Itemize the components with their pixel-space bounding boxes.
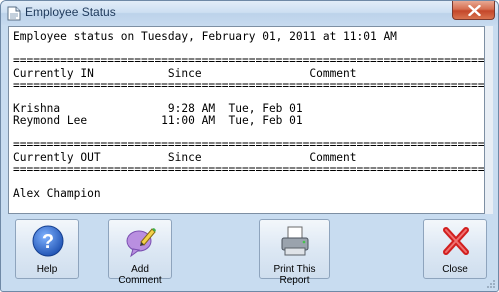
vertical-scrollbar[interactable] [485,26,493,214]
print-report-button[interactable]: Print This Report [259,219,330,286]
add-comment-button[interactable]: Add Comment [108,219,172,286]
close-icon [443,227,469,255]
add-comment-label: Add Comment [118,264,162,286]
button-toolbar: ? Help Add Comment Print This Report Clo… [8,215,493,287]
window-title: Employee Status [25,5,116,19]
title-bar[interactable]: Employee Status [1,1,498,25]
rule-line: ========================================… [13,163,485,176]
rule-line: ========================================… [13,54,485,67]
comment-icon [126,228,156,258]
document-icon [7,6,21,21]
in-row: Reymond Lee 11:00 AM Tue, Feb 01 [13,114,303,127]
svg-text:?: ? [42,231,54,253]
out-row: Alex Champion [13,187,101,200]
window-close-button[interactable] [452,1,495,20]
help-button[interactable]: ? Help [15,219,79,279]
resize-grip-icon[interactable] [487,280,496,289]
report-text-area[interactable]: Employee status on Tuesday, February 01,… [8,26,485,214]
printer-icon [281,226,309,256]
close-icon [468,5,481,16]
help-label: Help [36,264,58,275]
help-icon: ? [32,225,64,257]
employee-status-window: Employee Status Employee status on Tuesd… [0,0,499,292]
report-heading: Employee status on Tuesday, February 01,… [13,30,397,43]
rule-line: ========================================… [13,138,485,151]
close-label: Close [442,264,468,275]
rule-line: ========================================… [13,79,485,92]
close-button[interactable]: Close [423,219,487,279]
print-report-label: Print This Report [273,264,316,286]
